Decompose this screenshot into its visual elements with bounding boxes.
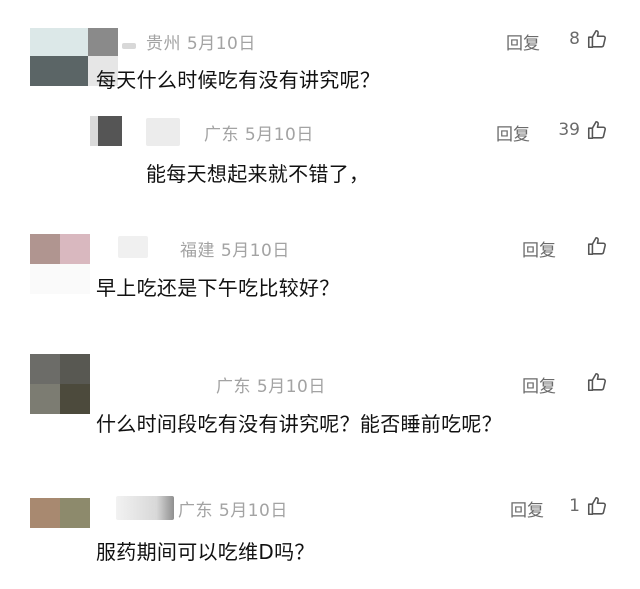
comment-text: 能每天想起来就不错了， (146, 162, 370, 186)
avatar[interactable] (30, 234, 90, 294)
like-count: 39 (558, 120, 580, 140)
location-label: 广东 (204, 125, 239, 145)
reply-button[interactable]: 回复 (510, 496, 544, 521)
reply-button[interactable]: 回复 (522, 372, 556, 397)
like-count: 1 (569, 496, 580, 516)
avatar[interactable] (30, 498, 90, 528)
username[interactable] (116, 496, 174, 520)
comment-meta: 福建 5月10日 (180, 236, 290, 261)
thumbs-up-icon[interactable] (586, 495, 608, 517)
comment-meta: 贵州 5月10日 (146, 29, 256, 54)
comment-item: 广东 5月10日 回复 39 能每天想起来就不错了， (0, 110, 640, 210)
like-count: 8 (569, 29, 580, 49)
date-label: 5月10日 (256, 377, 326, 397)
location-label: 广东 (216, 377, 251, 397)
date-label: 5月10日 (218, 501, 288, 521)
comment-item: 广东 5月10日 回复 1 服药期间可以吃维D吗？ (0, 488, 640, 589)
comment-text: 早上吃还是下午吃比较好？ (96, 276, 340, 300)
comment-item: 广东 5月10日 回复 什么时间段吃有没有讲究呢？能否睡前吃呢？ (0, 350, 640, 480)
username[interactable] (122, 43, 136, 49)
location-label: 广东 (178, 501, 213, 521)
comment-item: 福建 5月10日 回复 早上吃还是下午吃比较好？ (0, 224, 640, 334)
comment-text: 每天什么时候吃有没有讲究呢？ (96, 68, 381, 92)
reply-button[interactable]: 回复 (506, 29, 540, 54)
comment-meta: 广东 5月10日 (216, 372, 326, 397)
avatar[interactable] (30, 354, 90, 414)
thumbs-up-icon[interactable] (586, 371, 608, 393)
comment-meta: 广东 5月10日 (204, 120, 314, 145)
comment-meta: 广东 5月10日 (178, 496, 288, 521)
username[interactable] (146, 118, 180, 146)
comment-item: 贵州 5月10日 回复 8 每天什么时候吃有没有讲究呢？ (0, 0, 640, 110)
location-label: 贵州 (146, 34, 181, 54)
comment-text: 什么时间段吃有没有讲究呢？能否睡前吃呢？ (96, 412, 502, 436)
reply-button[interactable]: 回复 (522, 236, 556, 261)
avatar[interactable] (90, 116, 122, 146)
username[interactable] (118, 236, 148, 258)
date-label: 5月10日 (186, 34, 256, 54)
thumbs-up-icon[interactable] (586, 235, 608, 257)
thumbs-up-icon[interactable] (586, 119, 608, 141)
reply-button[interactable]: 回复 (496, 120, 530, 145)
date-label: 5月10日 (244, 125, 314, 145)
thumbs-up-icon[interactable] (586, 28, 608, 50)
comment-text: 服药期间可以吃维D吗？ (96, 540, 315, 564)
location-label: 福建 (180, 241, 215, 261)
date-label: 5月10日 (220, 241, 290, 261)
